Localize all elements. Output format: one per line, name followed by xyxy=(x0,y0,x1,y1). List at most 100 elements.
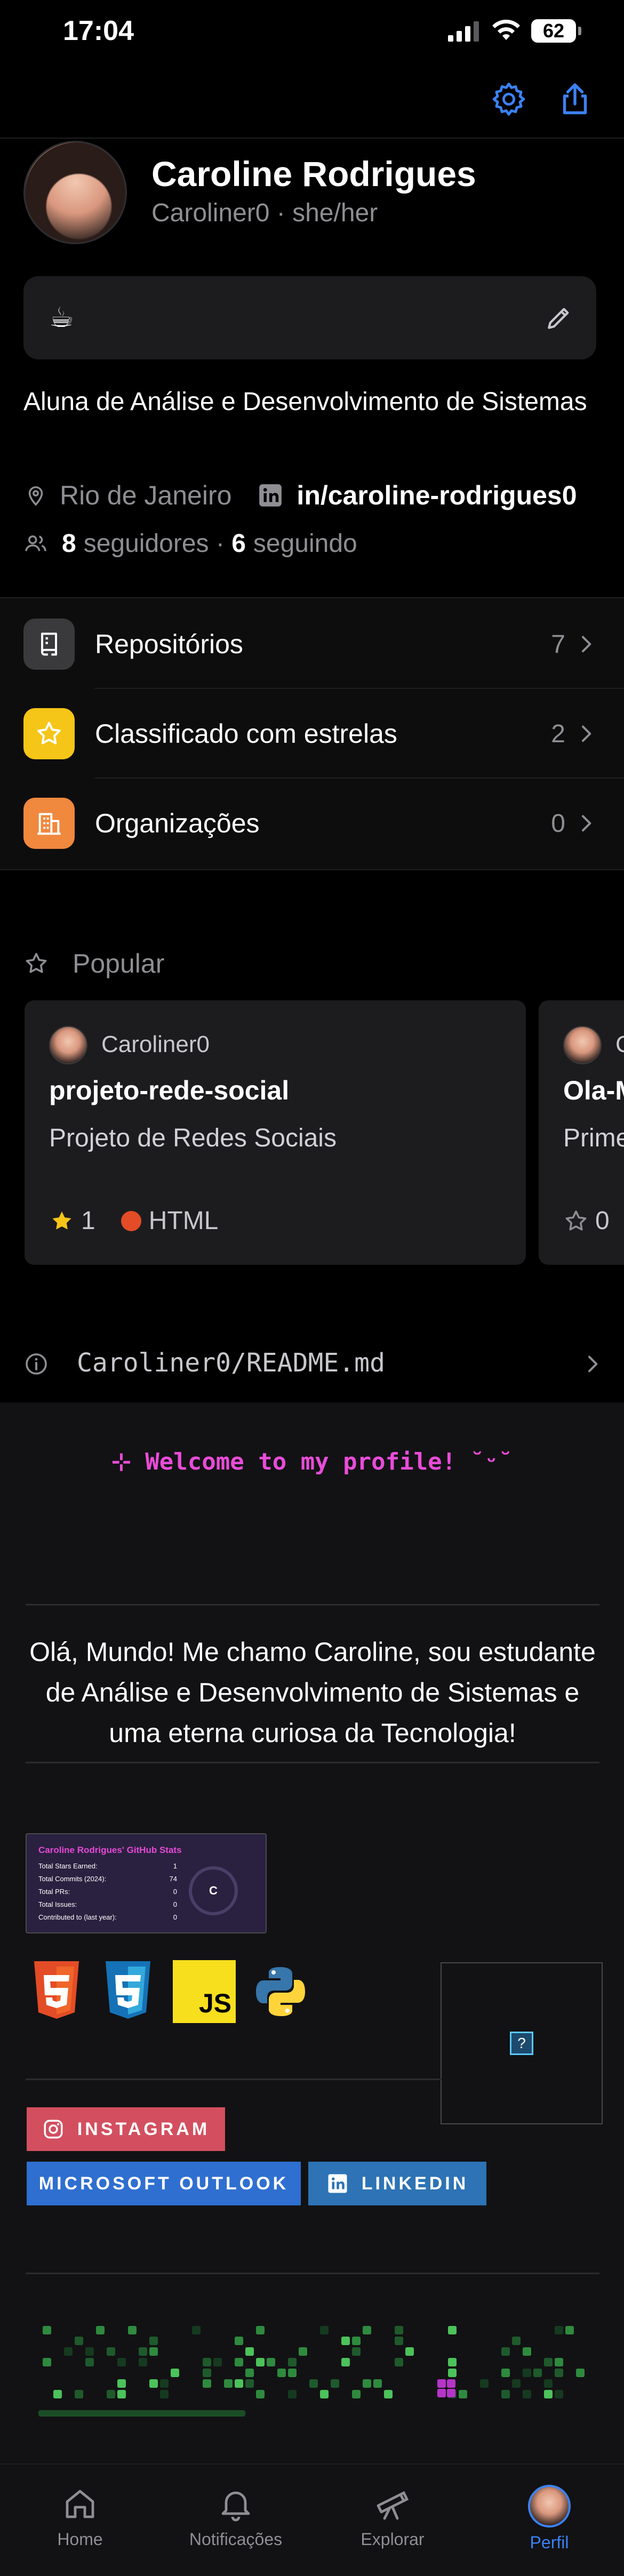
tab-explore[interactable]: Explorar xyxy=(329,2485,457,2549)
stats-row: Total Issues: 0 xyxy=(38,1900,177,1908)
menu-label-repositories: Repositórios xyxy=(95,629,243,659)
chevron-right-icon xyxy=(582,725,591,742)
contribution-cell xyxy=(352,2390,361,2398)
contribution-cell xyxy=(288,2369,297,2377)
contribution-cell xyxy=(320,2390,329,2398)
card-stars: 0 xyxy=(595,1207,610,1235)
contribution-cell xyxy=(43,2326,51,2334)
contribution-cell xyxy=(64,2347,73,2356)
location-pin-icon xyxy=(28,486,43,506)
card-owner: Caroliner0 xyxy=(615,1031,624,1057)
card-description: Projeto de Redes Sociais xyxy=(49,1124,337,1152)
profile-name: Caroline Rodrigues xyxy=(151,154,476,194)
contribution-cell xyxy=(512,2379,521,2388)
contribution-cell xyxy=(523,2369,531,2377)
status-field[interactable] xyxy=(23,276,596,359)
contribution-cell xyxy=(53,2390,62,2398)
instagram-icon xyxy=(44,2120,63,2139)
profile-bio: Aluna de Análise e Desenvolvimento de Si… xyxy=(23,388,587,416)
tab-label: Perfil xyxy=(530,2533,569,2552)
contribution-cell xyxy=(288,2390,297,2398)
contribution-cell xyxy=(96,2326,105,2334)
status-emoji: ☕ xyxy=(49,302,74,333)
tab-notifications[interactable]: Notificações xyxy=(172,2485,300,2549)
contribution-cell xyxy=(363,2326,371,2334)
contribution-cell xyxy=(373,2379,382,2388)
people-icon xyxy=(25,535,46,551)
card-title: Ola-Mundo xyxy=(563,1076,624,1105)
instagram-badge[interactable]: INSTAGRAM xyxy=(27,2107,225,2151)
menu-item-repositories[interactable]: Repositórios 7 xyxy=(0,599,624,689)
profile-avatar[interactable] xyxy=(23,141,127,244)
contribution-cell xyxy=(235,2337,243,2345)
tech-icons: JS xyxy=(30,1960,307,2023)
readme-divider xyxy=(26,1762,599,1763)
linkedin-link[interactable]: in/caroline-rodrigues0 xyxy=(297,480,577,511)
contribution-cell xyxy=(256,2358,265,2366)
menu-label-starred: Classificado com estrelas xyxy=(95,719,397,749)
broken-image-icon: ? xyxy=(510,2032,533,2055)
follow-row[interactable]: 8 seguidores · 6 seguindo xyxy=(23,529,357,558)
popular-repo-card[interactable]: Caroliner0 projeto-rede-social Projeto d… xyxy=(25,1000,526,1265)
share-icon[interactable] xyxy=(556,80,594,118)
contribution-cell xyxy=(43,2358,51,2366)
contribution-cell xyxy=(203,2369,211,2377)
readme-divider xyxy=(26,1604,599,1606)
location-row: Rio de Janeiro in/caroline-rodrigues0 xyxy=(23,480,577,511)
tab-home[interactable]: Home xyxy=(16,2485,144,2549)
contribution-cell xyxy=(245,2347,254,2356)
organization-icon xyxy=(23,798,75,849)
contribution-cell xyxy=(277,2369,286,2377)
snake-progress-bar xyxy=(38,2410,245,2417)
wifi-icon xyxy=(492,20,520,40)
avatar xyxy=(528,2485,571,2527)
contribution-cell xyxy=(544,2358,553,2366)
contribution-cell xyxy=(213,2358,222,2366)
python-icon xyxy=(254,1960,307,2023)
snake-segment xyxy=(447,2389,455,2397)
contribution-cell xyxy=(501,2390,510,2398)
outlook-badge[interactable]: MICROSOFT OUTLOOK xyxy=(27,2162,301,2205)
card-description: Primeiro repositório com Git e GitHub xyxy=(563,1124,624,1152)
card-footer: 0 xyxy=(563,1206,610,1235)
stats-row: Total Commits (2024): 74 xyxy=(38,1875,177,1883)
telescope-icon xyxy=(377,2491,409,2520)
contribution-cell xyxy=(267,2358,275,2366)
star-icon xyxy=(23,708,75,759)
stats-row: Total Stars Earned: 1 xyxy=(38,1862,177,1870)
chevron-right-icon xyxy=(582,636,591,653)
menu-item-starred[interactable]: Classificado com estrelas 2 xyxy=(0,689,624,779)
battery-cap xyxy=(578,27,581,35)
contribution-cell xyxy=(363,2379,371,2388)
contribution-cell xyxy=(160,2390,169,2398)
contribution-cell xyxy=(224,2379,233,2388)
popular-repo-card[interactable]: Caroliner0 Ola-Mundo Primeiro repositóri… xyxy=(539,1000,624,1265)
contribution-cell xyxy=(117,2379,126,2388)
contribution-cell xyxy=(395,2337,403,2345)
contribution-cell xyxy=(555,2369,563,2377)
contribution-cell xyxy=(245,2369,254,2377)
linkedin-badge[interactable]: LINKEDIN xyxy=(308,2162,486,2205)
following-count: 6 xyxy=(231,529,246,558)
tab-label: Notificações xyxy=(189,2530,283,2549)
settings-gear-icon[interactable] xyxy=(490,80,528,118)
contribution-cell xyxy=(139,2358,147,2366)
menu-item-organizations[interactable]: Organizações 0 xyxy=(0,779,624,868)
pencil-edit-icon[interactable] xyxy=(544,303,574,333)
contribution-cell xyxy=(235,2379,243,2388)
tab-profile[interactable]: Perfil xyxy=(485,2485,613,2553)
contribution-cell xyxy=(107,2347,115,2356)
popular-heading: Popular xyxy=(23,948,164,979)
contribution-cell xyxy=(341,2358,350,2366)
card-footer: 1 HTML xyxy=(49,1206,218,1235)
readme-intro: Olá, Mundo! Me chamo Caroline, sou estud… xyxy=(29,1637,596,1748)
contribution-snake-graphic xyxy=(32,2305,597,2422)
contribution-cell xyxy=(85,2347,94,2356)
contribution-cell xyxy=(309,2379,318,2388)
linkedin-badge-label: LINKEDIN xyxy=(361,2173,469,2194)
stats-title: Caroline Rodrigues' GitHub Stats xyxy=(38,1845,182,1855)
contribution-cell xyxy=(203,2358,211,2366)
contribution-cell xyxy=(331,2379,339,2388)
contribution-cell xyxy=(117,2358,126,2366)
contribution-cell xyxy=(235,2358,243,2366)
